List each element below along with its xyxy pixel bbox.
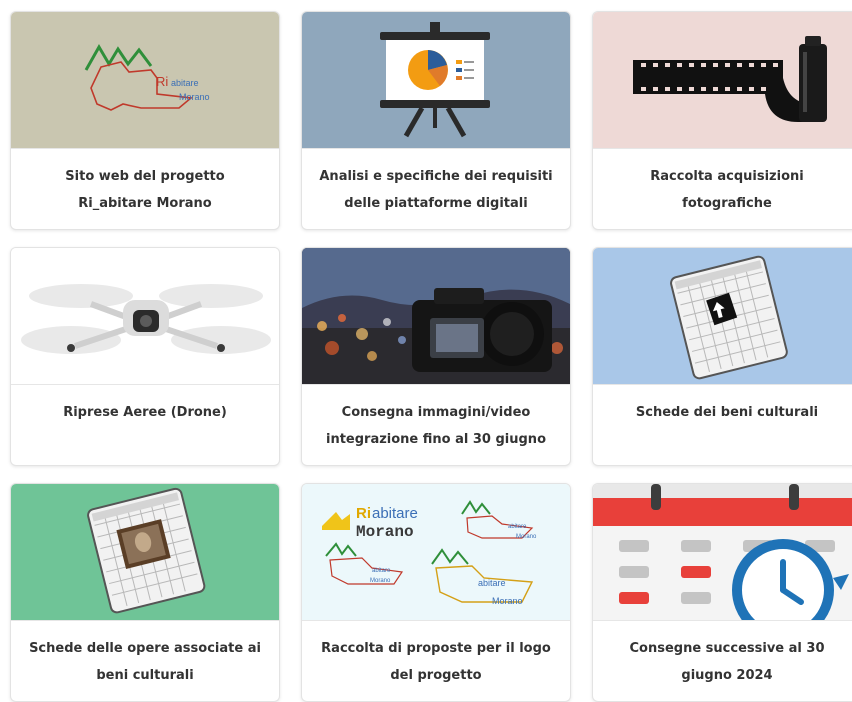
- svg-text:Morano: Morano: [492, 596, 523, 606]
- card-thumbnail: [302, 12, 570, 149]
- logo-abitare-text: abitare: [171, 78, 199, 88]
- card-riprese-drone[interactable]: Riprese Aeree (Drone): [10, 247, 280, 466]
- card-thumbnail: Ri abitare Morano: [11, 12, 279, 149]
- card-title-line: Riprese Aeree (Drone): [63, 405, 227, 420]
- card-title-line: Consegne successive al 30: [629, 641, 825, 656]
- logo-morano-text: Morano: [356, 523, 414, 541]
- logo-proposals-icon: Ri abitare Morano abitare Morano abitare…: [302, 484, 570, 620]
- svg-text:abitare: abitare: [508, 524, 527, 530]
- svg-text:Morano: Morano: [516, 534, 537, 540]
- logo-morano-text: Morano: [179, 92, 210, 102]
- svg-text:abitare: abitare: [372, 568, 391, 574]
- card-proposte-logo[interactable]: Ri abitare Morano abitare Morano abitare…: [301, 483, 571, 702]
- card-title-line: delle piattaforme digitali: [344, 196, 528, 211]
- card-title-line: Raccolta acquisizioni: [650, 169, 804, 184]
- card-title-line: Consegna immagini/video: [341, 405, 531, 420]
- calendar-clock-icon: [593, 484, 852, 620]
- card-title-line: Ri_abitare Morano: [78, 196, 212, 211]
- card-thumbnail: [11, 248, 279, 385]
- card-title-line: Sito web del progetto: [65, 169, 225, 184]
- card-title-line: giugno 2024: [681, 668, 773, 683]
- drone-icon: [11, 248, 279, 384]
- presentation-easel-icon: [302, 12, 570, 148]
- card-title-line: Schede delle opere associate ai: [29, 641, 261, 656]
- logo-ri-text: Ri: [356, 505, 371, 522]
- card-title-line: Analisi e specifiche dei requisiti: [319, 169, 553, 184]
- card-thumbnail: Ri abitare Morano abitare Morano abitare…: [302, 484, 570, 621]
- card-consegne-successive[interactable]: Consegne successive al 30 giugno 2024: [592, 483, 852, 702]
- card-sito-web[interactable]: Ri abitare Morano Sito web del progetto …: [10, 11, 280, 230]
- ri-abitare-morano-map-logo-icon: Ri abitare Morano: [11, 12, 279, 148]
- card-schede-beni[interactable]: Schede dei beni culturali: [592, 247, 852, 466]
- card-thumbnail: [593, 12, 852, 149]
- card-title-line: fotografiche: [682, 196, 772, 211]
- card-title: Schede delle opere associate ai beni cul…: [11, 621, 279, 701]
- card-grid: Ri abitare Morano Sito web del progetto …: [0, 0, 852, 702]
- card-schede-opere[interactable]: Schede delle opere associate ai beni cul…: [10, 483, 280, 702]
- card-title-line: del progetto: [390, 668, 482, 683]
- logo-abitare-text: abitare: [372, 505, 418, 522]
- card-consegna-immagini[interactable]: Consegna immagini/video integrazione fin…: [301, 247, 571, 466]
- pie-chart-icon: [408, 50, 448, 90]
- camera-photo-icon: [302, 248, 570, 384]
- card-raccolta-foto[interactable]: Raccolta acquisizioni fotografiche: [592, 11, 852, 230]
- film-roll-icon: [593, 12, 852, 148]
- card-title: Raccolta di proposte per il logo del pro…: [302, 621, 570, 701]
- card-analisi-requisiti[interactable]: Analisi e specifiche dei requisiti delle…: [301, 11, 571, 230]
- tablet-map-icon: [593, 248, 852, 384]
- card-thumbnail: [593, 248, 852, 385]
- card-title-line: beni culturali: [96, 668, 194, 683]
- card-thumbnail: [302, 248, 570, 385]
- card-thumbnail: [593, 484, 852, 621]
- tablet-artwork-icon: [11, 484, 279, 620]
- card-title-line: Raccolta di proposte per il logo: [321, 641, 551, 656]
- svg-text:Morano: Morano: [370, 578, 391, 584]
- card-title: Schede dei beni culturali: [593, 385, 852, 465]
- logo-ri-text: Ri: [156, 74, 168, 89]
- card-title: Raccolta acquisizioni fotografiche: [593, 149, 852, 229]
- card-title-line: integrazione fino al 30 giugno: [325, 432, 546, 447]
- card-thumbnail: [11, 484, 279, 621]
- card-title-line: Schede dei beni culturali: [635, 405, 819, 420]
- card-title: Consegna immagini/video integrazione fin…: [302, 385, 570, 465]
- card-title: Sito web del progetto Ri_abitare Morano: [11, 149, 279, 229]
- card-title: Analisi e specifiche dei requisiti delle…: [302, 149, 570, 229]
- svg-text:abitare: abitare: [478, 578, 506, 588]
- card-title: Riprese Aeree (Drone): [11, 385, 279, 465]
- card-title: Consegne successive al 30 giugno 2024: [593, 621, 852, 701]
